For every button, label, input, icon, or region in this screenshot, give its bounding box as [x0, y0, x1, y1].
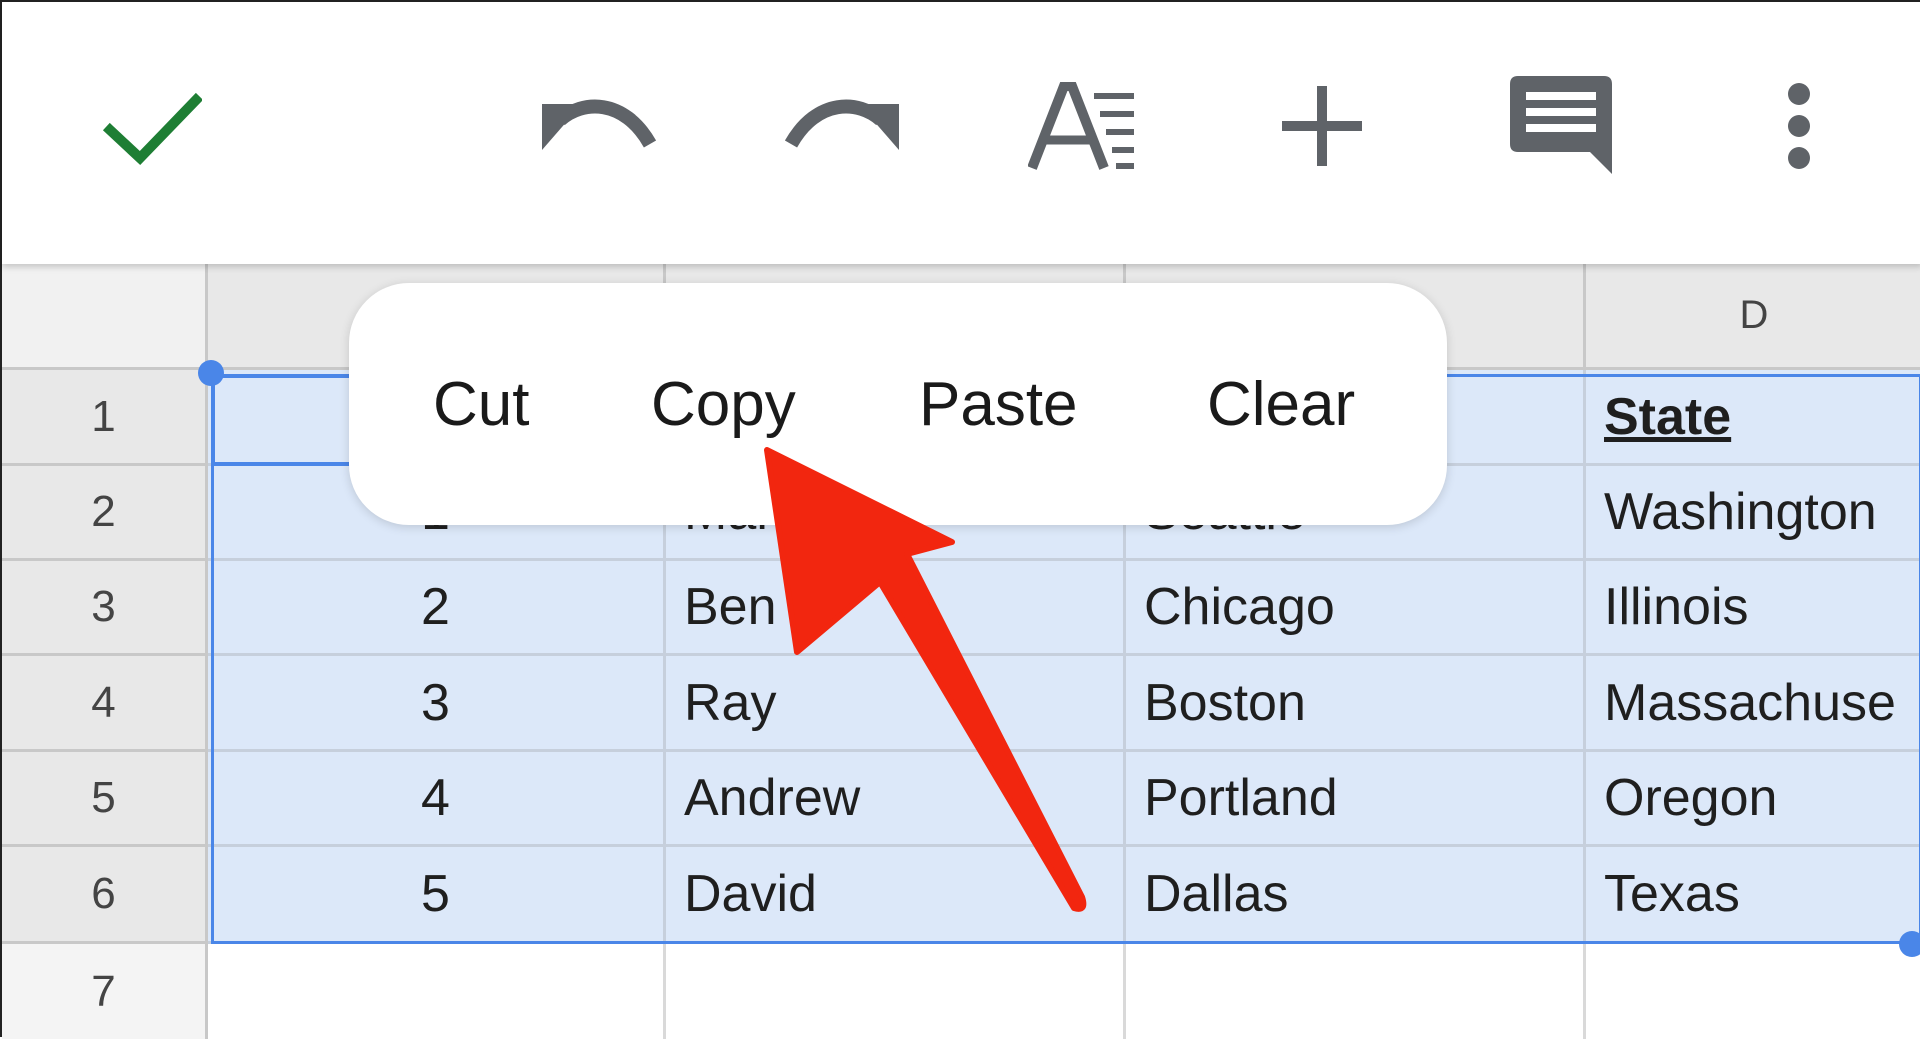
select-all-corner[interactable] — [2, 264, 208, 370]
cell-a4[interactable]: 3 — [208, 656, 666, 752]
cell-c5[interactable]: Portland — [1126, 752, 1586, 847]
cell-a3[interactable]: 2 — [208, 561, 666, 656]
cell-d2[interactable]: Washington — [1586, 466, 1920, 561]
cell-b7[interactable] — [666, 944, 1126, 1039]
row-header-5[interactable]: 5 — [2, 752, 208, 847]
clear-menu-item[interactable]: Clear — [1207, 283, 1355, 525]
cell-b4[interactable]: Ray — [666, 656, 1126, 752]
cell-d4[interactable]: Massachuse — [1586, 656, 1920, 752]
selection-handle-top-left[interactable] — [198, 360, 224, 386]
selection-handle-bottom-right[interactable] — [1899, 931, 1920, 957]
text-format-icon[interactable] — [1028, 82, 1138, 172]
cell-a7[interactable] — [208, 944, 666, 1039]
cell-d7[interactable] — [1586, 944, 1920, 1039]
cell-c3[interactable]: Chicago — [1126, 561, 1586, 656]
row-header-4[interactable]: 4 — [2, 656, 208, 752]
cell-d6[interactable]: Texas — [1586, 847, 1920, 944]
column-header-d[interactable]: D — [1586, 264, 1920, 370]
row-header-7[interactable]: 7 — [2, 944, 208, 1039]
row-header-1[interactable]: 1 — [2, 370, 208, 466]
row-header-6[interactable]: 6 — [2, 847, 208, 944]
check-icon[interactable] — [102, 86, 202, 168]
row-header-3[interactable]: 3 — [2, 561, 208, 656]
comment-icon[interactable] — [1510, 76, 1612, 174]
undo-icon[interactable] — [542, 92, 657, 162]
cell-d1[interactable]: State — [1586, 370, 1920, 466]
cell-d3[interactable]: Illinois — [1586, 561, 1920, 656]
cell-b5[interactable]: Andrew — [666, 752, 1126, 847]
row-header-2[interactable]: 2 — [2, 466, 208, 561]
cell-c4[interactable]: Boston — [1126, 656, 1586, 752]
toolbar — [2, 2, 1920, 264]
cell-b3[interactable]: Ben — [666, 561, 1126, 656]
more-vert-icon[interactable] — [1784, 82, 1814, 170]
context-menu: Cut Copy Paste Clear — [349, 283, 1447, 525]
insert-icon[interactable] — [1280, 84, 1364, 168]
cell-d5[interactable]: Oregon — [1586, 752, 1920, 847]
cut-menu-item[interactable]: Cut — [433, 283, 529, 525]
cell-c7[interactable] — [1126, 944, 1586, 1039]
cell-a6[interactable]: 5 — [208, 847, 666, 944]
redo-icon[interactable] — [784, 92, 899, 162]
copy-menu-item[interactable]: Copy — [651, 283, 796, 525]
cell-a5[interactable]: 4 — [208, 752, 666, 847]
paste-menu-item[interactable]: Paste — [919, 283, 1078, 525]
cell-c6[interactable]: Dallas — [1126, 847, 1586, 944]
cell-b6[interactable]: David — [666, 847, 1126, 944]
